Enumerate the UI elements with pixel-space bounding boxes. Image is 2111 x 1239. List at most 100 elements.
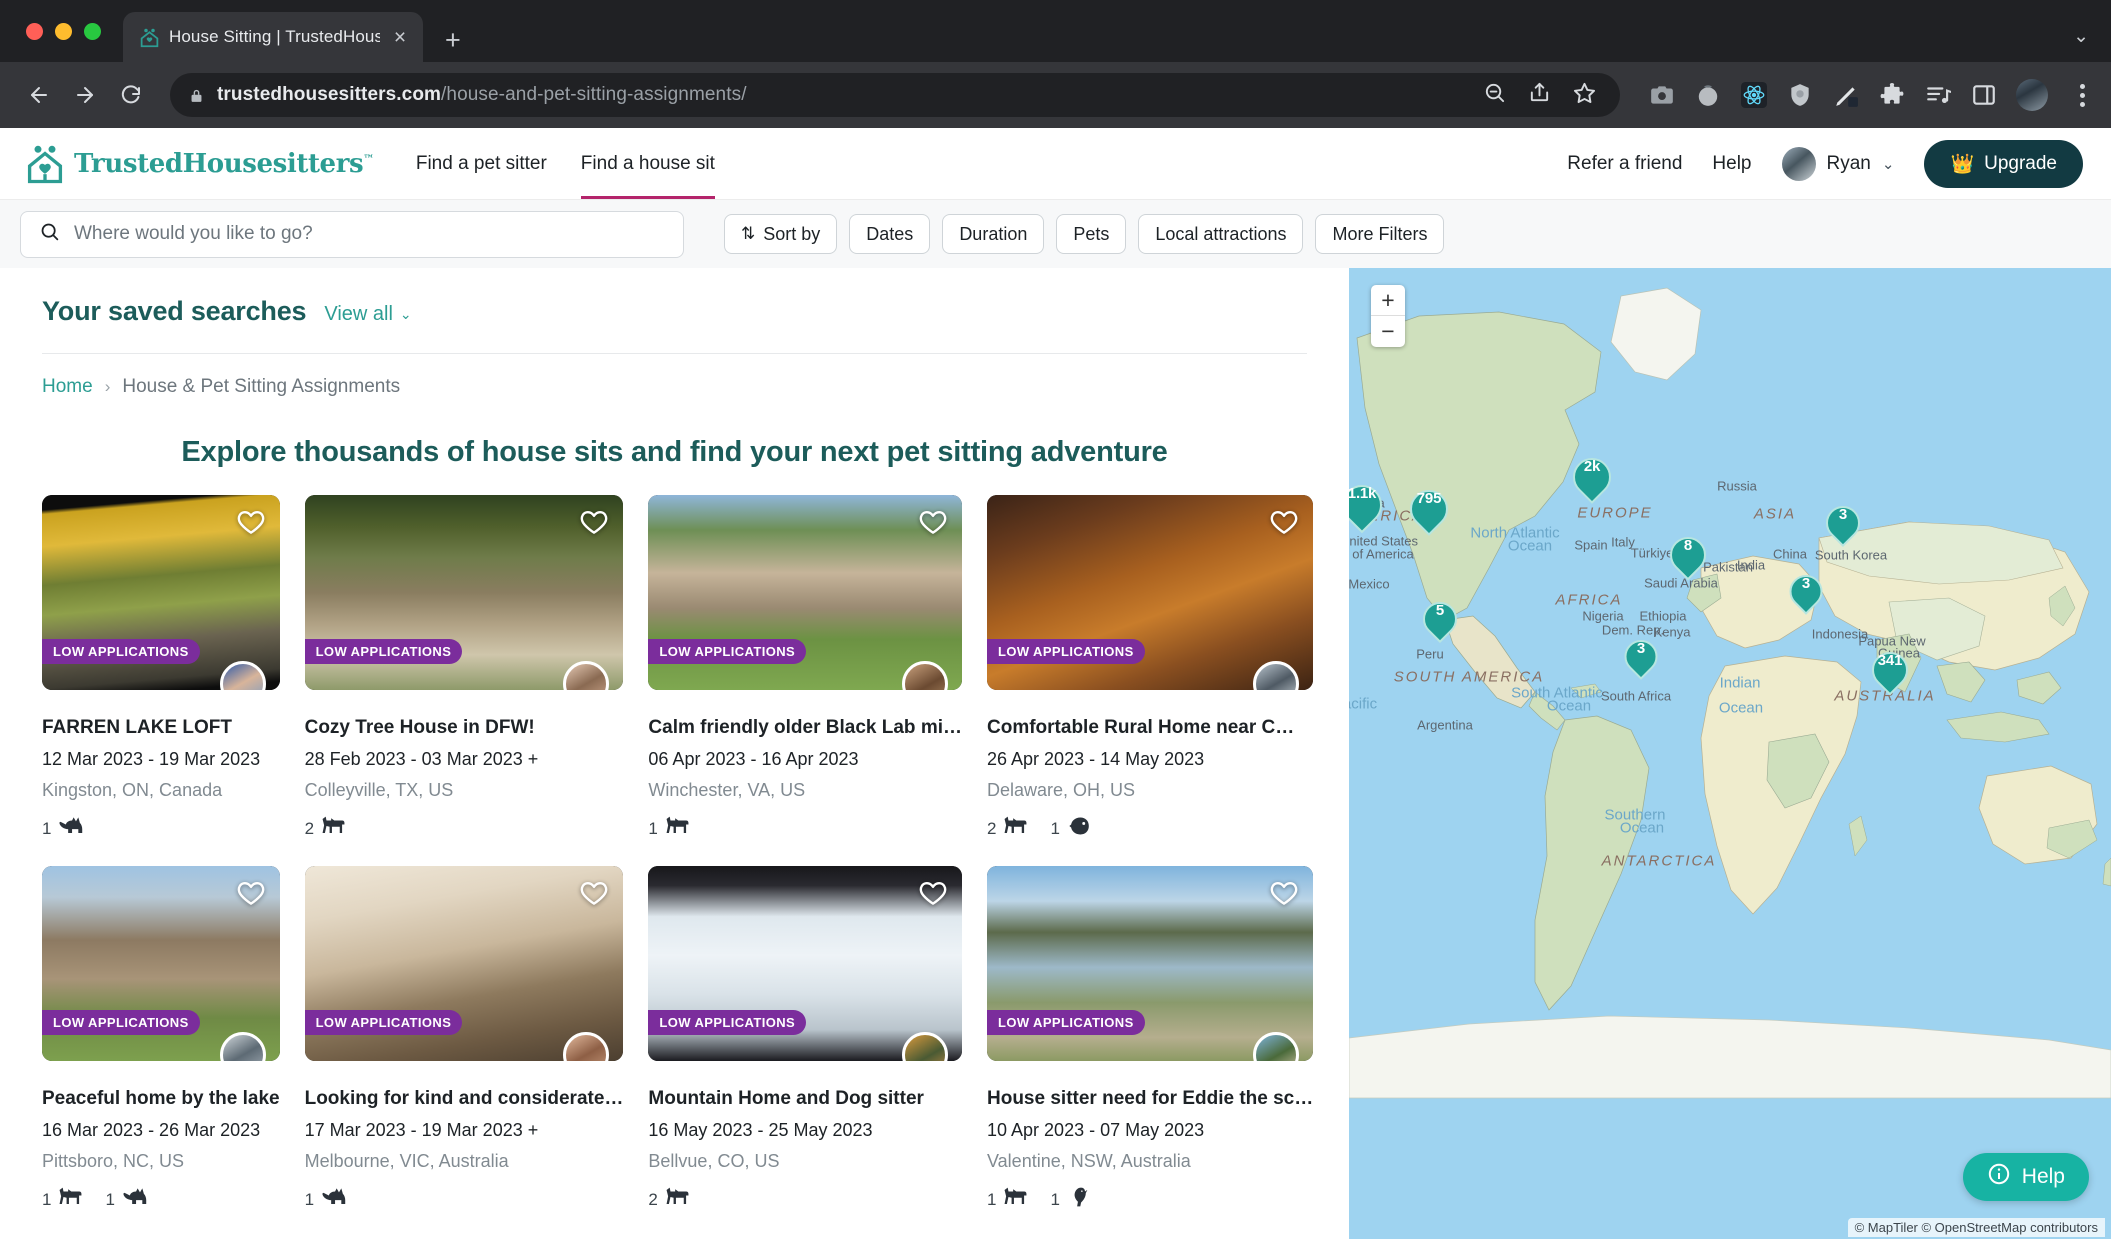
help-link[interactable]: Help: [1712, 153, 1751, 175]
favorite-heart-icon[interactable]: [1269, 878, 1299, 908]
user-menu[interactable]: Ryan ⌄: [1781, 146, 1895, 181]
nav-find-a-pet-sitter[interactable]: Find a pet sitter: [416, 128, 547, 199]
map-cluster-count: 1.1k: [1349, 485, 1377, 503]
listing-card[interactable]: LOW APPLICATIONS House sitter need for E…: [987, 866, 1314, 1213]
listing-card[interactable]: LOW APPLICATIONS Cozy Tree House in DFW!…: [304, 495, 624, 842]
share-icon[interactable]: [1528, 81, 1551, 109]
favorite-heart-icon[interactable]: [236, 878, 266, 908]
nav-find-a-house-sit[interactable]: Find a house sit: [580, 128, 716, 199]
omnibox-actions: [1483, 81, 1602, 109]
listing-card[interactable]: LOW APPLICATIONS Calm friendly older Bla…: [648, 495, 962, 842]
more-filters-button[interactable]: More Filters: [1315, 214, 1445, 254]
duration-filter-button[interactable]: Duration: [942, 214, 1045, 254]
map-cluster-marker[interactable]: 2k: [1565, 448, 1619, 504]
map-cluster-marker[interactable]: 795: [1402, 480, 1456, 536]
refer-a-friend-link[interactable]: Refer a friend: [1567, 153, 1682, 175]
reading-list-icon[interactable]: [1924, 81, 1952, 109]
browser-profile-avatar[interactable]: [2016, 79, 2048, 111]
map-cluster-marker[interactable]: 1.1k: [1349, 475, 1391, 534]
pet-count-dog: 2: [305, 815, 346, 842]
puzzle-extensions-icon[interactable]: [1878, 81, 1906, 109]
listing-photo[interactable]: LOW APPLICATIONS: [42, 495, 280, 690]
favorite-heart-icon[interactable]: [1269, 507, 1299, 537]
extension-icons: [1648, 79, 2093, 111]
pet-count-dog: 1: [648, 815, 689, 842]
map-cluster-marker[interactable]: 5: [1415, 593, 1465, 643]
pet-count: 1: [42, 818, 52, 838]
listing-pets: 2: [305, 815, 624, 842]
local-attractions-label: Local attractions: [1155, 223, 1287, 244]
close-tab-button[interactable]: ×: [389, 27, 411, 48]
pen-extension-icon[interactable]: [1832, 81, 1860, 109]
pet-count-dog: 2: [987, 815, 1028, 842]
listing-photo[interactable]: LOW APPLICATIONS: [987, 866, 1314, 1061]
listing-photo[interactable]: LOW APPLICATIONS: [304, 866, 624, 1061]
listing-photo[interactable]: LOW APPLICATIONS: [987, 495, 1314, 690]
help-widget-button[interactable]: Help: [1962, 1153, 2089, 1201]
user-name: Ryan: [1826, 152, 1871, 174]
listing-card[interactable]: LOW APPLICATIONS FARREN LAKE LOFT 12 Mar…: [42, 495, 280, 842]
forward-arrow-icon[interactable]: [64, 74, 106, 116]
listing-photo[interactable]: LOW APPLICATIONS: [648, 866, 962, 1061]
zoom-out-icon[interactable]: [1483, 81, 1506, 109]
pet-count: 1: [648, 818, 658, 838]
new-tab-button[interactable]: +: [445, 27, 461, 54]
map-cluster-marker[interactable]: 8: [1662, 528, 1714, 581]
breadcrumb-home-link[interactable]: Home: [42, 376, 93, 398]
side-panel-icon[interactable]: [1970, 81, 1998, 109]
map-cluster-marker[interactable]: 3: [1818, 497, 1868, 547]
favorite-heart-icon[interactable]: [579, 507, 609, 537]
local-attractions-filter-button[interactable]: Local attractions: [1138, 214, 1304, 254]
star-icon[interactable]: [1573, 81, 1596, 109]
listing-card[interactable]: LOW APPLICATIONS Mountain Home and Dog s…: [648, 866, 962, 1213]
saved-searches-title: Your saved searches: [42, 296, 307, 326]
map-cluster-count: 3: [1838, 505, 1848, 523]
map-cluster-marker[interactable]: 341: [1864, 643, 1916, 696]
maximize-window-button[interactable]: [84, 22, 101, 40]
favorite-heart-icon[interactable]: [579, 878, 609, 908]
view-all-saved-searches-link[interactable]: View all ⌄: [324, 303, 411, 326]
upgrade-button[interactable]: 👑 Upgrade: [1924, 139, 2083, 188]
browser-tab[interactable]: House Sitting | TrustedHousesi ×: [123, 12, 423, 62]
listing-card[interactable]: LOW APPLICATIONS Looking for kind and co…: [304, 866, 624, 1213]
sort-by-button[interactable]: ⇅ Sort by: [724, 214, 838, 254]
chevron-down-icon: ⌄: [1881, 155, 1895, 173]
listings-grid: LOW APPLICATIONS FARREN LAKE LOFT 12 Mar…: [0, 469, 1349, 1213]
favorite-heart-icon[interactable]: [236, 507, 266, 537]
listing-card[interactable]: LOW APPLICATIONS Comfortable Rural Home …: [987, 495, 1314, 842]
map-zoom-in-button[interactable]: +: [1371, 285, 1405, 316]
reload-icon[interactable]: [110, 74, 152, 116]
minimize-window-button[interactable]: [55, 22, 72, 40]
favorite-heart-icon[interactable]: [918, 507, 948, 537]
map-cluster-marker[interactable]: 3: [1782, 566, 1830, 615]
pets-filter-button[interactable]: Pets: [1056, 214, 1127, 254]
tab-search-chevron-icon[interactable]: ⌄: [2073, 25, 2089, 48]
map-cluster-marker[interactable]: 3: [1617, 631, 1665, 680]
listing-card[interactable]: LOW APPLICATIONS Peaceful home by the la…: [42, 866, 280, 1213]
address-bar[interactable]: trustedhousesitters.com/house-and-pet-si…: [170, 73, 1620, 117]
listing-photo[interactable]: LOW APPLICATIONS: [648, 495, 962, 690]
kebab-menu-icon[interactable]: [2066, 83, 2093, 107]
camera-extension-icon[interactable]: [1648, 81, 1676, 109]
listing-location: Valentine, NSW, Australia: [987, 1151, 1191, 1171]
close-window-button[interactable]: [26, 22, 43, 40]
listing-pets: 1: [42, 815, 280, 842]
tomato-timer-extension-icon[interactable]: [1694, 81, 1722, 109]
shield-extension-icon[interactable]: [1786, 81, 1814, 109]
map-zoom-out-button[interactable]: −: [1371, 316, 1405, 347]
location-search-box[interactable]: [20, 210, 684, 258]
listing-title: House sitter need for Eddie the sc…: [987, 1088, 1314, 1109]
listing-photo[interactable]: LOW APPLICATIONS: [304, 495, 624, 690]
bird-icon: [1067, 1186, 1092, 1213]
map-pane[interactable]: + − CanadaAMERICAUnited Statesof America…: [1349, 268, 2111, 1239]
pet-count: 1: [105, 1189, 115, 1209]
listing-photo[interactable]: LOW APPLICATIONS: [42, 866, 280, 1061]
map-attribution[interactable]: © MapTiler © OpenStreetMap contributors: [1847, 1218, 2105, 1237]
favorite-heart-icon[interactable]: [918, 878, 948, 908]
back-arrow-icon[interactable]: [18, 74, 60, 116]
site-logo[interactable]: TrustedHousesitters™: [24, 143, 374, 185]
react-devtools-extension-icon[interactable]: [1740, 81, 1768, 109]
dates-filter-button[interactable]: Dates: [849, 214, 931, 254]
map-cluster-count: 5: [1435, 601, 1445, 619]
search-input[interactable]: [74, 223, 665, 245]
